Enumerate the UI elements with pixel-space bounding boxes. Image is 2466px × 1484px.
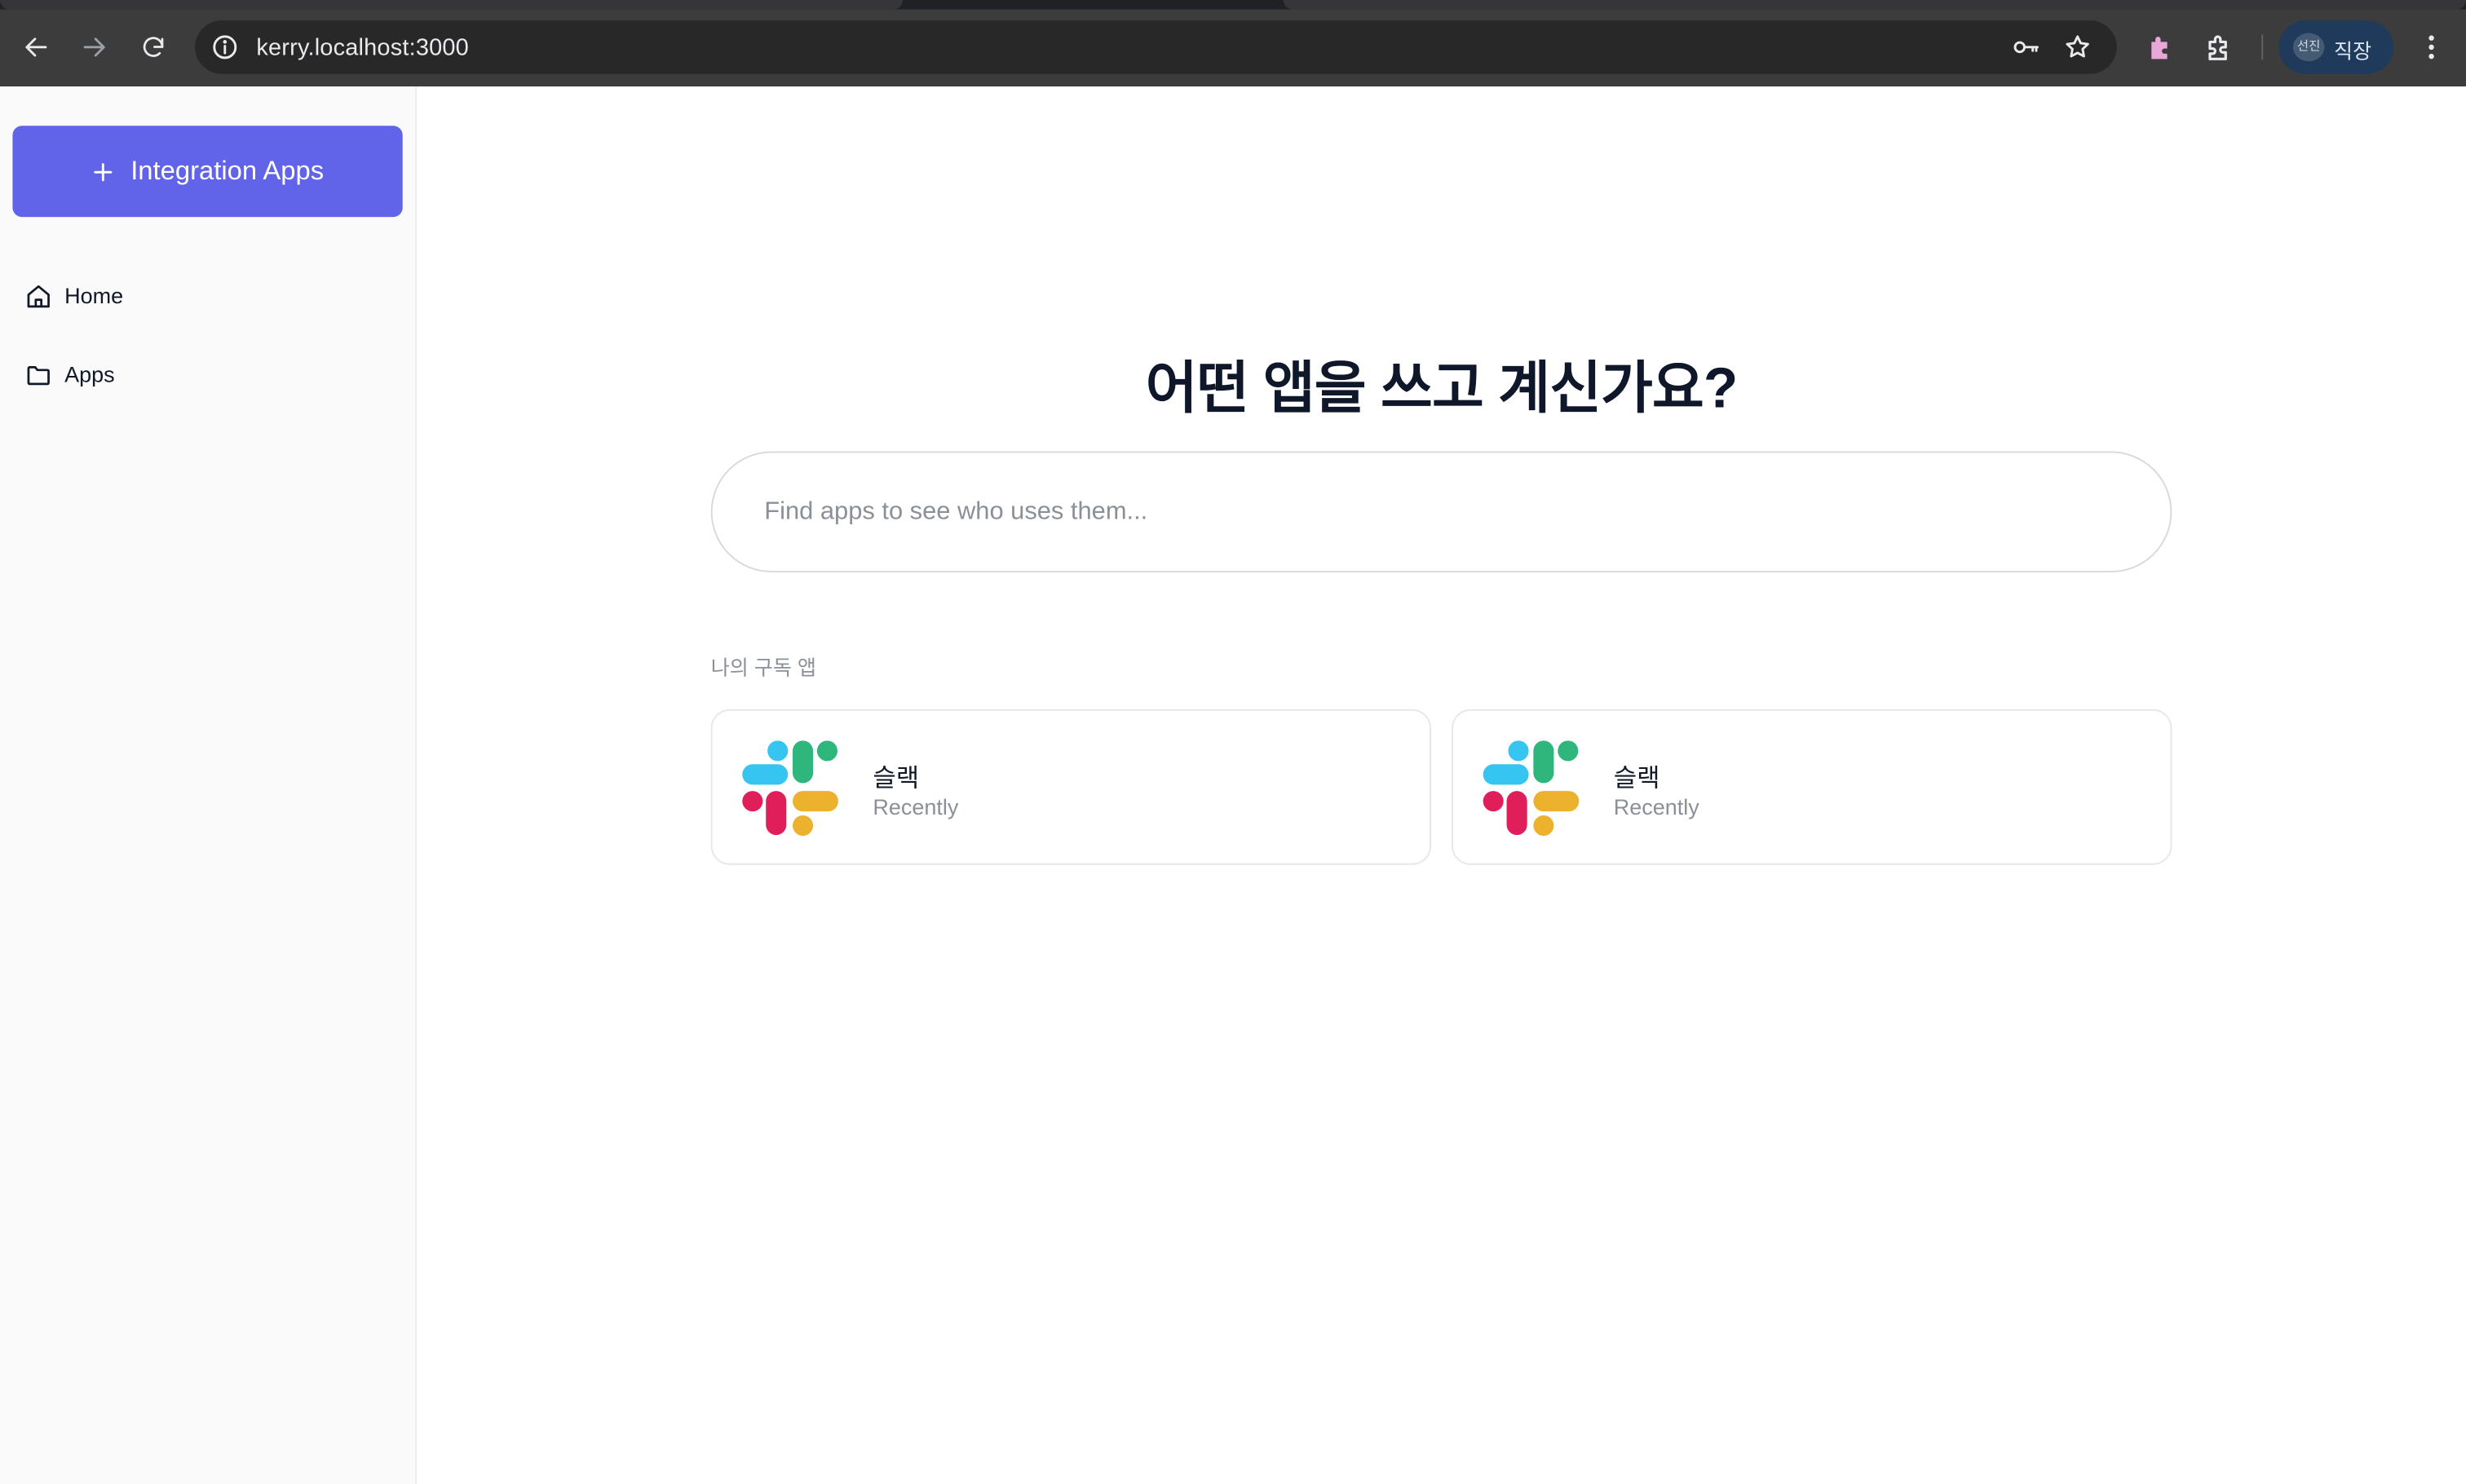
profile-button[interactable]: 선진 직장 — [2278, 20, 2394, 74]
key-icon[interactable] — [2010, 33, 2042, 61]
app-card-slack[interactable]: 슬랙 Recently — [710, 709, 1431, 865]
tab-strip — [0, 0, 2466, 10]
add-integration-apps-button[interactable]: Integration Apps — [12, 126, 403, 218]
main-content: 어떤 앱을 쓰고 계신가요? 나의 구독 앱 슬랙 Recently — [417, 86, 2466, 1484]
url-text[interactable]: kerry.localhost:3000 — [256, 34, 469, 61]
forward-button[interactable] — [76, 29, 113, 66]
sidebar-item-label: Home — [64, 283, 124, 308]
more-menu-icon[interactable] — [2415, 32, 2447, 64]
reload-button[interactable] — [134, 29, 171, 66]
page-title: 어떤 앱을 쓰고 계신가요? — [1145, 355, 1738, 420]
site-info-icon[interactable] — [210, 33, 239, 61]
bookmark-star-icon[interactable] — [2063, 33, 2092, 61]
browser-chrome: kerry.localhost:3000 선진 직장 — [0, 0, 2466, 87]
sidebar-item-apps[interactable]: Apps — [25, 356, 387, 393]
sidebar: Integration Apps Home Apps — [0, 86, 418, 1484]
arrow-left-icon — [25, 38, 47, 57]
app-card-name: 슬랙 — [1613, 766, 1660, 793]
plus-icon — [94, 162, 113, 181]
reload-icon — [142, 36, 163, 56]
address-bar[interactable]: kerry.localhost:3000 — [195, 20, 2117, 74]
home-icon — [27, 284, 50, 307]
arrow-right-icon — [83, 38, 105, 57]
app-search-input[interactable] — [764, 490, 2101, 535]
toolbar-separator — [2261, 34, 2264, 60]
browser-toolbar: kerry.localhost:3000 선진 직장 — [0, 9, 2466, 87]
app-search-box[interactable] — [710, 451, 2172, 572]
slack-logo-icon — [742, 740, 838, 837]
profile-avatar: 선진 — [2292, 33, 2325, 62]
folder-icon — [27, 365, 50, 385]
extension-puzzle-icon[interactable] — [2144, 32, 2176, 64]
app-card-slack[interactable]: 슬랙 Recently — [1452, 709, 2172, 865]
sidebar-item-home[interactable]: Home — [25, 276, 387, 314]
section-label-subscribed-apps: 나의 구독 앱 — [710, 656, 816, 680]
sidebar-item-label: Apps — [64, 361, 115, 387]
back-button[interactable] — [17, 29, 55, 66]
profile-name: 직장 — [2333, 39, 2372, 64]
app-card-status: Recently — [1613, 793, 1699, 819]
slack-logo-icon — [1483, 740, 1580, 837]
add-button-label: Integration Apps — [130, 155, 325, 186]
app-card-status: Recently — [873, 793, 959, 819]
browser-tab[interactable] — [0, 0, 903, 10]
extensions-icon[interactable] — [2203, 32, 2235, 64]
browser-tab[interactable] — [1283, 0, 2466, 10]
app-card-name: 슬랙 — [873, 766, 920, 793]
